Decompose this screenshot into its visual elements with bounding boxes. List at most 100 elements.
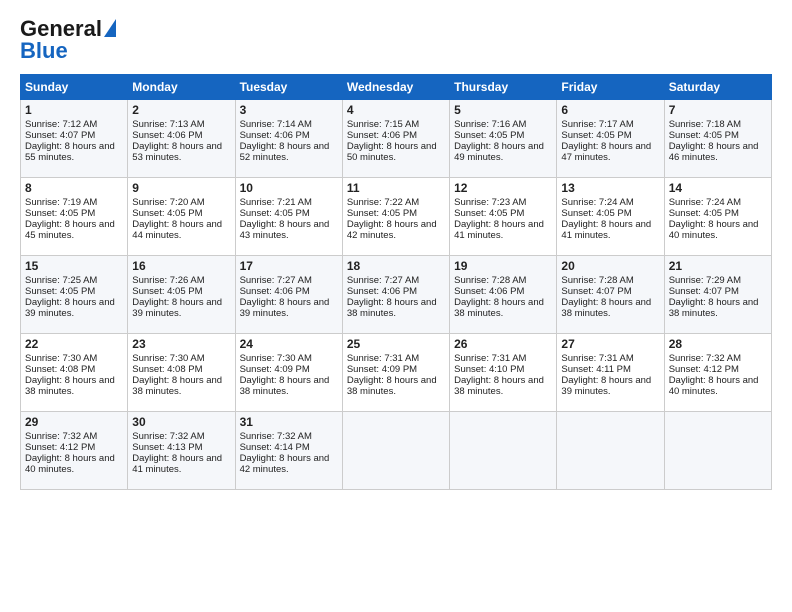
sunset: Sunset: 4:13 PM [132, 442, 202, 453]
sunset: Sunset: 4:12 PM [669, 364, 739, 375]
sunrise: Sunrise: 7:31 AM [347, 353, 419, 364]
calendar-cell: 16Sunrise: 7:26 AMSunset: 4:05 PMDayligh… [128, 256, 235, 334]
day-number: 8 [25, 181, 123, 195]
daylight: Daylight: 8 hours and 52 minutes. [240, 141, 330, 163]
daylight: Daylight: 8 hours and 38 minutes. [454, 297, 544, 319]
calendar-header-friday: Friday [557, 75, 664, 100]
sunset: Sunset: 4:05 PM [240, 208, 310, 219]
sunrise: Sunrise: 7:19 AM [25, 197, 97, 208]
sunset: Sunset: 4:06 PM [454, 286, 524, 297]
daylight: Daylight: 8 hours and 39 minutes. [561, 375, 651, 397]
sunset: Sunset: 4:05 PM [561, 208, 631, 219]
calendar-cell: 22Sunrise: 7:30 AMSunset: 4:08 PMDayligh… [21, 334, 128, 412]
calendar-cell: 21Sunrise: 7:29 AMSunset: 4:07 PMDayligh… [664, 256, 771, 334]
calendar-cell: 3 Sunrise: 7:14 AMSunset: 4:06 PMDaylight… [235, 100, 342, 178]
calendar-cell: 2Sunrise: 7:13 AMSunset: 4:06 PMDaylight… [128, 100, 235, 178]
daylight: Daylight: 8 hours and 53 minutes. [132, 141, 222, 163]
calendar-cell [342, 412, 449, 490]
daylight: Daylight: 8 hours and 38 minutes. [347, 375, 437, 397]
day-number: 13 [561, 181, 659, 195]
calendar-cell: 19 Sunrise: 7:28 AMSunset: 4:06 PMDayligh… [450, 256, 557, 334]
calendar-cell: 25 Sunrise: 7:31 AMSunset: 4:09 PMDayligh… [342, 334, 449, 412]
sunset: Sunset: 4:05 PM [561, 130, 631, 141]
sunset: Sunset: 4:06 PM [240, 130, 310, 141]
day-number: 24 [240, 337, 338, 351]
calendar-header-wednesday: Wednesday [342, 75, 449, 100]
day-number: 17 [240, 259, 338, 273]
daylight: Daylight: 8 hours and 50 minutes. [347, 141, 437, 163]
daylight: Daylight: 8 hours and 47 minutes. [561, 141, 651, 163]
calendar-cell: 5Sunrise: 7:16 AMSunset: 4:05 PMDaylight… [450, 100, 557, 178]
day-number: 6 [561, 103, 659, 117]
sunset: Sunset: 4:14 PM [240, 442, 310, 453]
calendar-header-sunday: Sunday [21, 75, 128, 100]
daylight: Daylight: 8 hours and 44 minutes. [132, 219, 222, 241]
day-number: 30 [132, 415, 230, 429]
sunrise: Sunrise: 7:13 AM [132, 119, 204, 130]
sunrise: Sunrise: 7:31 AM [561, 353, 633, 364]
calendar-cell [557, 412, 664, 490]
sunset: Sunset: 4:06 PM [240, 286, 310, 297]
day-number: 10 [240, 181, 338, 195]
sunrise: Sunrise: 7:31 AM [454, 353, 526, 364]
daylight: Daylight: 8 hours and 39 minutes. [132, 297, 222, 319]
sunrise: Sunrise: 7:24 AM [669, 197, 741, 208]
daylight: Daylight: 8 hours and 46 minutes. [669, 141, 759, 163]
sunrise: Sunrise: 7:28 AM [454, 275, 526, 286]
calendar-cell [664, 412, 771, 490]
sunrise: Sunrise: 7:32 AM [240, 431, 312, 442]
day-number: 25 [347, 337, 445, 351]
calendar-cell: 8Sunrise: 7:19 AMSunset: 4:05 PMDaylight… [21, 178, 128, 256]
daylight: Daylight: 8 hours and 38 minutes. [669, 297, 759, 319]
sunset: Sunset: 4:06 PM [347, 286, 417, 297]
calendar-cell: 31Sunrise: 7:32 AMSunset: 4:14 PMDayligh… [235, 412, 342, 490]
day-number: 26 [454, 337, 552, 351]
calendar-cell: 14Sunrise: 7:24 AMSunset: 4:05 PMDayligh… [664, 178, 771, 256]
day-number: 3 [240, 103, 338, 117]
calendar-cell: 10Sunrise: 7:21 AMSunset: 4:05 PMDayligh… [235, 178, 342, 256]
daylight: Daylight: 8 hours and 40 minutes. [669, 219, 759, 241]
calendar-cell: 1Sunrise: 7:12 AMSunset: 4:07 PMDaylight… [21, 100, 128, 178]
calendar-cell: 26Sunrise: 7:31 AMSunset: 4:10 PMDayligh… [450, 334, 557, 412]
daylight: Daylight: 8 hours and 41 minutes. [132, 453, 222, 475]
sunset: Sunset: 4:09 PM [347, 364, 417, 375]
daylight: Daylight: 8 hours and 42 minutes. [347, 219, 437, 241]
daylight: Daylight: 8 hours and 55 minutes. [25, 141, 115, 163]
sunset: Sunset: 4:12 PM [25, 442, 95, 453]
calendar-cell: 24Sunrise: 7:30 AMSunset: 4:09 PMDayligh… [235, 334, 342, 412]
day-number: 19 [454, 259, 552, 273]
daylight: Daylight: 8 hours and 49 minutes. [454, 141, 544, 163]
calendar-week-row: 1Sunrise: 7:12 AMSunset: 4:07 PMDaylight… [21, 100, 772, 178]
calendar-cell: 12Sunrise: 7:23 AMSunset: 4:05 PMDayligh… [450, 178, 557, 256]
sunset: Sunset: 4:05 PM [132, 286, 202, 297]
day-number: 22 [25, 337, 123, 351]
calendar-cell: 13Sunrise: 7:24 AMSunset: 4:05 PMDayligh… [557, 178, 664, 256]
logo: General Blue [20, 16, 116, 64]
sunset: Sunset: 4:08 PM [132, 364, 202, 375]
calendar-cell: 30Sunrise: 7:32 AMSunset: 4:13 PMDayligh… [128, 412, 235, 490]
day-number: 12 [454, 181, 552, 195]
daylight: Daylight: 8 hours and 38 minutes. [347, 297, 437, 319]
daylight: Daylight: 8 hours and 39 minutes. [240, 297, 330, 319]
calendar-header-tuesday: Tuesday [235, 75, 342, 100]
day-number: 5 [454, 103, 552, 117]
day-number: 16 [132, 259, 230, 273]
day-number: 9 [132, 181, 230, 195]
sunset: Sunset: 4:06 PM [347, 130, 417, 141]
sunrise: Sunrise: 7:23 AM [454, 197, 526, 208]
daylight: Daylight: 8 hours and 39 minutes. [25, 297, 115, 319]
sunrise: Sunrise: 7:14 AM [240, 119, 312, 130]
calendar-week-row: 15Sunrise: 7:25 AMSunset: 4:05 PMDayligh… [21, 256, 772, 334]
daylight: Daylight: 8 hours and 41 minutes. [454, 219, 544, 241]
sunset: Sunset: 4:05 PM [25, 208, 95, 219]
calendar-cell: 27Sunrise: 7:31 AMSunset: 4:11 PMDayligh… [557, 334, 664, 412]
sunrise: Sunrise: 7:27 AM [347, 275, 419, 286]
daylight: Daylight: 8 hours and 43 minutes. [240, 219, 330, 241]
sunrise: Sunrise: 7:17 AM [561, 119, 633, 130]
day-number: 14 [669, 181, 767, 195]
calendar-cell: 6 Sunrise: 7:17 AMSunset: 4:05 PMDaylight… [557, 100, 664, 178]
calendar-cell: 11Sunrise: 7:22 AMSunset: 4:05 PMDayligh… [342, 178, 449, 256]
day-number: 4 [347, 103, 445, 117]
daylight: Daylight: 8 hours and 38 minutes. [25, 375, 115, 397]
sunrise: Sunrise: 7:25 AM [25, 275, 97, 286]
